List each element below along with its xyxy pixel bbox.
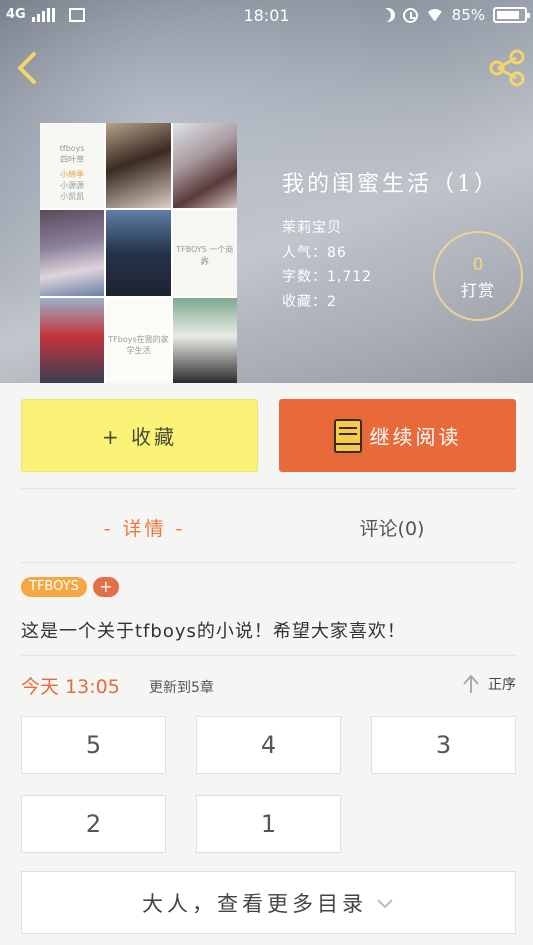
back-button[interactable] bbox=[10, 46, 46, 90]
divider bbox=[21, 655, 516, 656]
tab-details[interactable]: - 详情 - bbox=[21, 505, 268, 549]
alarm-icon bbox=[402, 7, 418, 23]
cover-text: 小绵季 bbox=[60, 170, 85, 179]
cover-photo bbox=[172, 297, 237, 383]
book-icon bbox=[333, 418, 362, 453]
update-note: 更新到5章 bbox=[149, 680, 214, 696]
more-chapters-button[interactable]: 大人，查看更多目录 bbox=[21, 871, 516, 934]
share-button[interactable] bbox=[485, 46, 529, 90]
favorite-label: + 收藏 bbox=[101, 425, 178, 449]
cover-text: 好 bbox=[200, 257, 209, 267]
cover-text: 四叶草 bbox=[60, 155, 85, 164]
chapter-button[interactable]: 4 bbox=[196, 716, 341, 774]
tab-comments[interactable]: 评论(0) bbox=[268, 505, 516, 549]
chapter-button[interactable]: 1 bbox=[196, 795, 341, 853]
cover-text: 小源源 bbox=[60, 181, 85, 190]
moon-icon bbox=[379, 6, 397, 24]
cover-text: TFboys在我的家 bbox=[108, 334, 169, 344]
cover-photo bbox=[172, 123, 237, 209]
cover-tile: TFBOYS 一个商人 好 bbox=[172, 210, 237, 296]
divider bbox=[21, 562, 516, 563]
cover-photo bbox=[106, 210, 171, 296]
chapter-button[interactable]: 3 bbox=[371, 716, 516, 774]
update-row: 今天 13:05 更新到5章 正序 bbox=[21, 672, 516, 700]
chapter-button[interactable]: 5 bbox=[21, 716, 166, 774]
cover-photo bbox=[106, 123, 171, 209]
sort-order-label: 正序 bbox=[488, 677, 516, 693]
tag-list: TFBOYS + bbox=[21, 577, 119, 597]
battery-icon bbox=[493, 7, 530, 23]
status-bar: 4G 18:01 85% bbox=[0, 0, 533, 32]
wifi-icon bbox=[426, 9, 444, 21]
add-tag-button[interactable]: + bbox=[92, 577, 119, 597]
update-date: 今天 13:05 bbox=[21, 676, 120, 698]
share-icon bbox=[489, 49, 525, 87]
cover-tile: tfboys 四叶草 小绵季 小源源 小凯凯 bbox=[40, 123, 105, 209]
tip-count: 0 bbox=[472, 255, 484, 275]
cover-photo bbox=[40, 210, 105, 296]
book-cover: tfboys 四叶草 小绵季 小源源 小凯凯 TFBOYS 一个商人 好 TFb… bbox=[40, 123, 237, 383]
favorite-button[interactable]: + 收藏 bbox=[21, 399, 258, 472]
continue-reading-label: 继续阅读 bbox=[369, 425, 462, 449]
chevron-down-icon bbox=[377, 898, 393, 908]
sort-order-button[interactable]: 正序 bbox=[462, 674, 516, 694]
chapter-button[interactable]: 2 bbox=[21, 795, 166, 853]
cover-text: 小凯凯 bbox=[60, 192, 85, 201]
arrow-up-icon bbox=[463, 674, 479, 693]
divider bbox=[21, 488, 516, 489]
chevron-left-icon bbox=[18, 52, 36, 84]
cover-text: tfboys bbox=[59, 144, 85, 153]
continue-reading-button[interactable]: 继续阅读 bbox=[279, 399, 516, 472]
book-header: 4G 18:01 85% tfboys 四叶草 小绵季 小源源 小凯凯 TFBO… bbox=[0, 0, 533, 383]
cover-text: 学生活 bbox=[126, 345, 151, 355]
cover-tile: TFboys在我的家 学生活 bbox=[106, 297, 171, 383]
tip-button[interactable]: 0 打赏 bbox=[433, 231, 523, 321]
battery-percent: 85% bbox=[451, 6, 485, 24]
book-description: 这是一个关于tfboys的小说！希望大家喜欢！ bbox=[21, 621, 406, 642]
cover-photo bbox=[40, 297, 105, 383]
more-chapters-label: 大人，查看更多目录 bbox=[142, 891, 367, 916]
tag-tfboys[interactable]: TFBOYS bbox=[21, 577, 87, 597]
tip-label: 打赏 bbox=[460, 281, 495, 300]
book-title: 我的闺蜜生活（1） bbox=[282, 172, 499, 197]
